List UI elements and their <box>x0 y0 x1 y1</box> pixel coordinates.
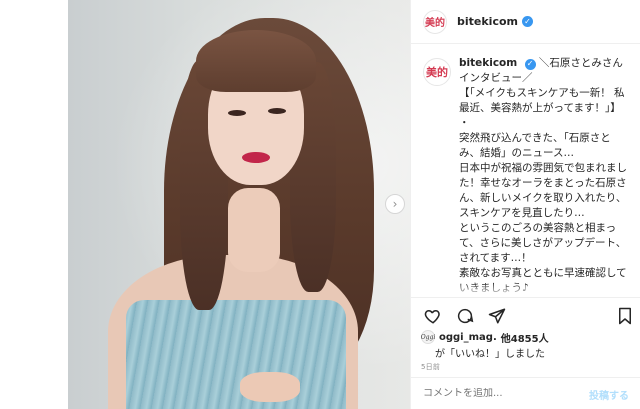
verified-badge-icon: ✓ <box>522 16 533 27</box>
caption-row: 美的 bitekicom ✓ ＼石原さとみさんインタビュー／ 【「メイクもスキン… <box>411 44 640 297</box>
liker-avatar[interactable]: Oggi <box>421 330 435 344</box>
account-avatar[interactable]: 美的 <box>423 9 447 34</box>
caption-text: bitekicom ✓ ＼石原さとみさんインタビュー／ 【「メイクもスキンケアも… <box>459 56 629 297</box>
share-icon[interactable] <box>487 306 507 326</box>
action-bar <box>421 306 635 328</box>
heart-icon[interactable] <box>423 306 443 326</box>
liker-handle[interactable]: oggi_mag. <box>439 332 497 343</box>
carousel-next-button[interactable]: › <box>385 194 405 214</box>
post-photo[interactable] <box>68 0 410 409</box>
likes-suffix: が「いいね！」しました <box>435 349 545 360</box>
likes-summary: Oggi oggi_mag. 他4855人 <box>421 330 635 345</box>
comment-icon[interactable] <box>455 306 475 326</box>
comment-bar: 投稿する <box>411 377 640 409</box>
post-timestamp[interactable]: 5日前 <box>421 362 440 372</box>
post-side-panel: 美的 bitekicom ✓ 美的 bitekicom ✓ ＼石原さとみさんイン… <box>410 0 640 409</box>
bookmark-icon[interactable] <box>615 306 635 326</box>
post-modal: › 美的 bitekicom ✓ 美的 bitekicom ✓ ＼石原さとみさん… <box>0 0 640 409</box>
caption-content: ＼石原さとみさんインタビュー／ 【「メイクもスキンケアも一新！ 私最近、美容熱が… <box>459 57 627 294</box>
caption-avatar[interactable]: 美的 <box>423 58 451 86</box>
caption-scroll-area[interactable]: 美的 bitekicom ✓ ＼石原さとみさんインタビュー／ 【「メイクもスキン… <box>411 44 640 297</box>
post-actions: Oggi oggi_mag. 他4855人 が「いいね！」しました 5日前 <box>411 297 640 377</box>
account-handle[interactable]: bitekicom <box>457 15 518 28</box>
likes-count[interactable]: 他4855人 <box>501 330 549 345</box>
comment-input[interactable] <box>423 388 573 399</box>
caption-handle[interactable]: bitekicom <box>459 57 517 69</box>
post-header: 美的 bitekicom ✓ <box>411 0 640 44</box>
verified-badge-icon: ✓ <box>524 58 536 70</box>
chevron-right-icon: › <box>392 197 398 211</box>
post-comment-button[interactable]: 投稿する <box>589 387 629 402</box>
